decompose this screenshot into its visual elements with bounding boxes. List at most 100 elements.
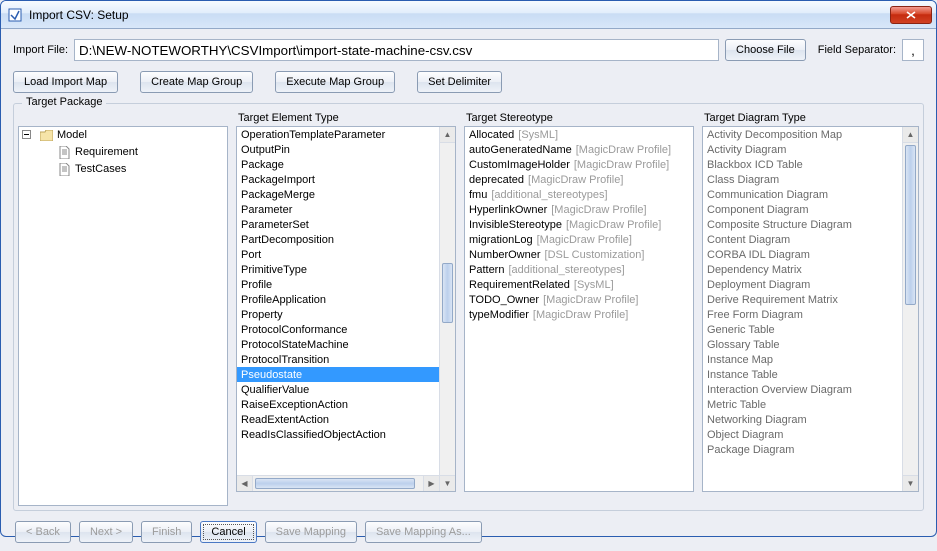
diagram-list-vscroll[interactable]: ▲ ▼ (902, 127, 918, 491)
target-element-list[interactable]: OperationTemplateParameterOutputPinPacka… (236, 126, 456, 492)
stereotype-name: fmu (469, 189, 487, 201)
element-type-item[interactable]: Parameter (237, 202, 439, 217)
import-file-input[interactable] (74, 39, 719, 61)
save-mapping-as-button: Save Mapping As... (365, 521, 482, 543)
stereotype-name: TODO_Owner (469, 294, 539, 306)
stereotype-profile: [additional_stereotypes] (508, 264, 624, 276)
app-icon (7, 7, 23, 23)
stereotype-item[interactable]: NumberOwner[DSL Customization] (465, 247, 693, 262)
diagram-type-item[interactable]: Blackbox ICD Table (703, 157, 902, 172)
tree-child[interactable]: TestCases (19, 161, 227, 178)
execute-map-group-button[interactable]: Execute Map Group (275, 71, 395, 93)
diagram-type-item[interactable]: Content Diagram (703, 232, 902, 247)
stereotype-item[interactable]: CustomImageHolder [MagicDraw Profile] (465, 157, 693, 172)
element-type-item[interactable]: PrimitiveType (237, 262, 439, 277)
element-type-item[interactable]: OutputPin (237, 142, 439, 157)
stereotype-item[interactable]: Pattern[additional_stereotypes] (465, 262, 693, 277)
diagram-type-item[interactable]: Class Diagram (703, 172, 902, 187)
stereotype-profile: [MagicDraw Profile] (574, 159, 669, 171)
stereotype-item[interactable]: fmu[additional_stereotypes] (465, 187, 693, 202)
scroll-right-icon[interactable]: ▶ (423, 476, 439, 491)
element-type-item[interactable]: Property (237, 307, 439, 322)
tree-child-label: Requirement (75, 145, 138, 160)
diagram-type-item[interactable]: Glossary Table (703, 337, 902, 352)
diagram-type-item[interactable]: Instance Table (703, 367, 902, 382)
set-delimiter-button[interactable]: Set Delimiter (417, 71, 502, 93)
diagram-type-item[interactable]: Activity Decomposition Map (703, 127, 902, 142)
field-separator-input[interactable] (902, 39, 924, 61)
element-type-item[interactable]: Profile (237, 277, 439, 292)
diagram-type-item[interactable]: Metric Table (703, 397, 902, 412)
element-type-item[interactable]: OperationTemplateParameter (237, 127, 439, 142)
stereotype-name: RequirementRelated (469, 279, 570, 291)
target-package-tree[interactable]: Model Requirement TestCases (18, 126, 228, 506)
element-type-item[interactable]: PackageImport (237, 172, 439, 187)
element-type-item[interactable]: Port (237, 247, 439, 262)
diagram-type-item[interactable]: Free Form Diagram (703, 307, 902, 322)
diagram-type-item[interactable]: Composite Structure Diagram (703, 217, 902, 232)
element-type-item[interactable]: ReadIsClassifiedObjectAction (237, 427, 439, 442)
diagram-type-item[interactable]: Dependency Matrix (703, 262, 902, 277)
diagram-type-item[interactable]: Deployment Diagram (703, 277, 902, 292)
diagram-type-item[interactable]: Instance Map (703, 352, 902, 367)
target-stereotype-list[interactable]: Allocated[SysML]autoGeneratedName[MagicD… (464, 126, 694, 492)
diagram-type-item[interactable]: Derive Requirement Matrix (703, 292, 902, 307)
stereotype-item[interactable]: autoGeneratedName[MagicDraw Profile] (465, 142, 693, 157)
element-list-vscroll[interactable]: ▲ ▼ (439, 127, 455, 491)
scroll-up-icon[interactable]: ▲ (440, 127, 455, 143)
element-type-item[interactable]: ParameterSet (237, 217, 439, 232)
stereotype-item[interactable]: RequirementRelated[SysML] (465, 277, 693, 292)
next-button: Next > (79, 521, 133, 543)
diagram-type-item[interactable]: Interaction Overview Diagram (703, 382, 902, 397)
scroll-down-icon[interactable]: ▼ (903, 475, 918, 491)
diagram-type-item[interactable]: Package Diagram (703, 442, 902, 457)
element-type-item[interactable]: Package (237, 157, 439, 172)
element-type-item[interactable]: PartDecomposition (237, 232, 439, 247)
stereotype-item[interactable]: deprecated[MagicDraw Profile] (465, 172, 693, 187)
element-type-item[interactable]: PackageMerge (237, 187, 439, 202)
stereotype-profile: [SysML] (518, 129, 558, 141)
element-type-item[interactable]: RaiseExceptionAction (237, 397, 439, 412)
element-type-item[interactable]: ReadExtentAction (237, 412, 439, 427)
diagram-type-item[interactable]: Activity Diagram (703, 142, 902, 157)
diagram-type-item[interactable]: Communication Diagram (703, 187, 902, 202)
target-element-header: Target Element Type (236, 112, 456, 124)
diagram-type-item[interactable]: Object Diagram (703, 427, 902, 442)
stereotype-name: CustomImageHolder (469, 159, 570, 171)
stereotype-profile: [MagicDraw Profile] (566, 219, 661, 231)
diagram-type-item[interactable]: Networking Diagram (703, 412, 902, 427)
stereotype-profile: [MagicDraw Profile] (576, 144, 671, 156)
stereotype-item[interactable]: TODO_Owner[MagicDraw Profile] (465, 292, 693, 307)
choose-file-button[interactable]: Choose File (725, 39, 806, 61)
element-type-item[interactable]: ProtocolStateMachine (237, 337, 439, 352)
scroll-left-icon[interactable]: ◀ (237, 476, 253, 491)
scroll-down-icon[interactable]: ▼ (440, 475, 455, 491)
back-button: < Back (15, 521, 71, 543)
save-mapping-button: Save Mapping (265, 521, 357, 543)
element-list-hscroll[interactable]: ◀ ▶ (237, 475, 439, 491)
scroll-up-icon[interactable]: ▲ (903, 127, 918, 143)
stereotype-item[interactable]: InvisibleStereotype[MagicDraw Profile] (465, 217, 693, 232)
element-type-item[interactable]: ProfileApplication (237, 292, 439, 307)
close-button[interactable] (890, 6, 932, 24)
tree-root[interactable]: Model (19, 127, 227, 144)
tree-child[interactable]: Requirement (19, 144, 227, 161)
stereotype-item[interactable]: typeModifier[MagicDraw Profile] (465, 307, 693, 322)
diagram-type-item[interactable]: Component Diagram (703, 202, 902, 217)
stereotype-item[interactable]: migrationLog[MagicDraw Profile] (465, 232, 693, 247)
diagram-type-item[interactable]: Generic Table (703, 322, 902, 337)
load-import-map-button[interactable]: Load Import Map (13, 71, 118, 93)
stereotype-item[interactable]: Allocated[SysML] (465, 127, 693, 142)
stereotype-name: migrationLog (469, 234, 533, 246)
tree-child-label: TestCases (75, 162, 126, 177)
target-stereotype-header: Target Stereotype (464, 112, 694, 124)
stereotype-item[interactable]: HyperlinkOwner[MagicDraw Profile] (465, 202, 693, 217)
target-diagram-list[interactable]: Activity Decomposition MapActivity Diagr… (702, 126, 919, 492)
create-map-group-button[interactable]: Create Map Group (140, 71, 253, 93)
element-type-item[interactable]: QualifierValue (237, 382, 439, 397)
element-type-item[interactable]: Pseudostate (237, 367, 439, 382)
element-type-item[interactable]: ProtocolConformance (237, 322, 439, 337)
element-type-item[interactable]: ProtocolTransition (237, 352, 439, 367)
cancel-button[interactable]: Cancel (200, 521, 256, 543)
diagram-type-item[interactable]: CORBA IDL Diagram (703, 247, 902, 262)
